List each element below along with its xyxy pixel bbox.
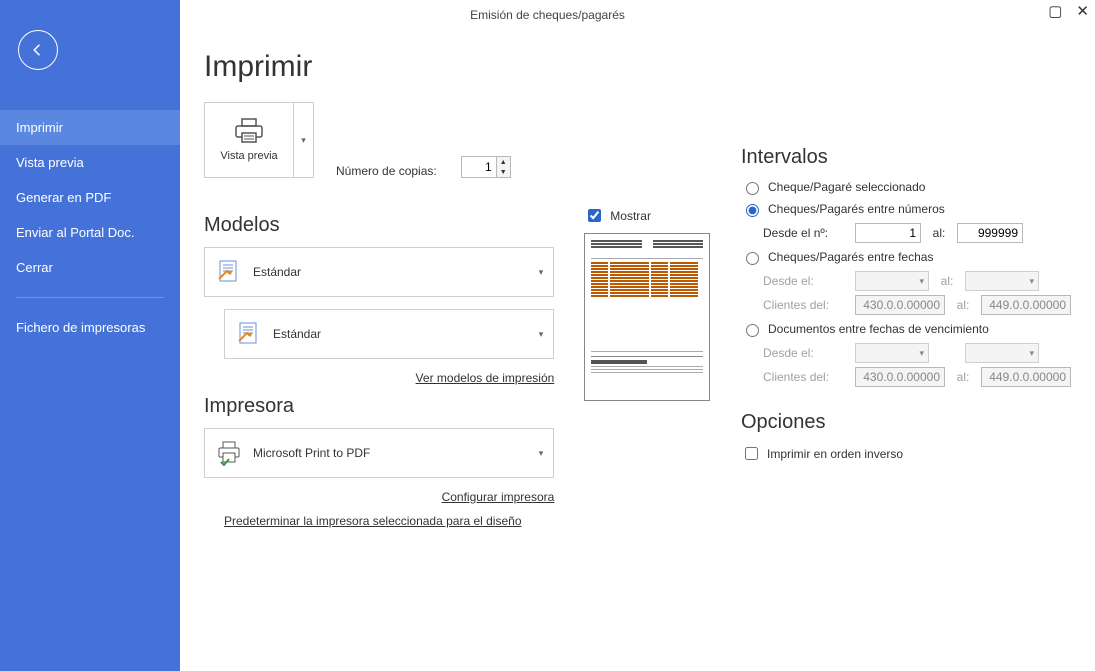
document-icon bbox=[235, 320, 263, 348]
al-label-3: al: bbox=[953, 298, 973, 312]
nav-fichero-impresoras[interactable]: Fichero de impresoras bbox=[0, 310, 180, 345]
orden-inverso-checkbox[interactable] bbox=[745, 447, 758, 460]
radio-cheque-seleccionado[interactable] bbox=[746, 182, 759, 195]
fecha-to-dropdown-2[interactable]: ▾ bbox=[965, 343, 1039, 363]
modelo-primary-text: Estándar bbox=[253, 265, 539, 279]
modelo-secondary-text: Estándar bbox=[273, 327, 539, 341]
radio-cheque-seleccionado-label: Cheque/Pagaré seleccionado bbox=[768, 180, 925, 194]
chevron-down-icon: ▾ bbox=[539, 448, 544, 459]
radio-entre-fechas-label: Cheques/Pagarés entre fechas bbox=[768, 250, 933, 264]
radio-entre-fechas[interactable] bbox=[746, 252, 759, 265]
copies-down[interactable]: ▼ bbox=[497, 167, 510, 177]
opciones-heading: Opciones bbox=[741, 411, 1071, 434]
printer-combo[interactable]: Microsoft Print to PDF ▾ bbox=[204, 428, 554, 478]
al-label-1: al: bbox=[929, 226, 949, 240]
vista-previa-label: Vista previa bbox=[220, 150, 277, 162]
al-label-4: al: bbox=[953, 370, 973, 384]
sidebar: Imprimir Vista previa Generar en PDF Env… bbox=[0, 0, 180, 671]
clientes-from-1 bbox=[855, 295, 945, 315]
nav-vista-previa[interactable]: Vista previa bbox=[0, 145, 180, 180]
back-button[interactable] bbox=[18, 30, 58, 70]
radio-entre-numeros-label: Cheques/Pagarés entre números bbox=[768, 202, 945, 216]
chevron-down-icon: ▾ bbox=[301, 135, 306, 146]
radio-entre-vencimiento-label: Documentos entre fechas de vencimiento bbox=[768, 322, 989, 336]
nav-generar-pdf[interactable]: Generar en PDF bbox=[0, 180, 180, 215]
fecha-from-dropdown-1[interactable]: ▾ bbox=[855, 271, 929, 291]
num-from-input[interactable] bbox=[855, 223, 921, 243]
radio-entre-numeros[interactable] bbox=[746, 204, 759, 217]
clientes-to-2 bbox=[981, 367, 1071, 387]
arrow-left-icon bbox=[29, 41, 47, 59]
num-to-input[interactable] bbox=[957, 223, 1023, 243]
configurar-impresora-link[interactable]: Configurar impresora bbox=[204, 490, 554, 504]
modelo-primary-combo[interactable]: Estándar ▾ bbox=[204, 247, 554, 297]
predeterminar-impresora-link[interactable]: Predeterminar la impresora seleccionada … bbox=[224, 514, 554, 528]
window-maximize-button[interactable]: ▢ bbox=[1048, 2, 1062, 20]
desde-el-label-2: Desde el: bbox=[763, 346, 847, 360]
clientes-to-1 bbox=[981, 295, 1071, 315]
impresora-heading: Impresora bbox=[204, 395, 554, 418]
printer-name: Microsoft Print to PDF bbox=[253, 446, 539, 460]
intervalos-heading: Intervalos bbox=[741, 146, 1071, 169]
window-title: Emisión de cheques/pagarés bbox=[470, 8, 625, 22]
page-thumbnail[interactable] bbox=[584, 233, 710, 401]
vista-previa-button[interactable]: Vista previa bbox=[204, 102, 294, 178]
orden-inverso-label: Imprimir en orden inverso bbox=[767, 447, 903, 461]
radio-entre-vencimiento[interactable] bbox=[746, 324, 759, 337]
vista-previa-dropdown[interactable]: ▾ bbox=[294, 102, 314, 178]
page-title: Imprimir bbox=[204, 50, 1071, 84]
modelos-heading: Modelos bbox=[204, 214, 554, 237]
nav-cerrar[interactable]: Cerrar bbox=[0, 250, 180, 285]
printer-icon bbox=[233, 118, 265, 144]
copies-label: Número de copias: bbox=[336, 164, 437, 178]
clientes-del-label-2: Clientes del: bbox=[763, 370, 847, 384]
modelo-secondary-combo[interactable]: Estándar ▾ bbox=[224, 309, 554, 359]
copies-input[interactable] bbox=[462, 157, 496, 177]
chevron-down-icon: ▾ bbox=[539, 267, 544, 278]
copies-spinner[interactable]: ▲ ▼ bbox=[461, 156, 511, 178]
mostrar-checkbox[interactable] bbox=[588, 209, 601, 222]
desde-el-label-1: Desde el: bbox=[763, 274, 847, 288]
printer-ok-icon bbox=[215, 439, 243, 467]
nav-divider bbox=[16, 297, 164, 298]
window-close-button[interactable]: ✕ bbox=[1076, 2, 1089, 20]
fecha-to-dropdown-1[interactable]: ▾ bbox=[965, 271, 1039, 291]
document-icon bbox=[215, 258, 243, 286]
fecha-from-dropdown-2[interactable]: ▾ bbox=[855, 343, 929, 363]
clientes-del-label-1: Clientes del: bbox=[763, 298, 847, 312]
ver-modelos-link[interactable]: Ver modelos de impresión bbox=[204, 371, 554, 385]
copies-up[interactable]: ▲ bbox=[497, 157, 510, 167]
al-label-2: al: bbox=[937, 274, 957, 288]
desde-no-label: Desde el nº: bbox=[763, 226, 847, 240]
clientes-from-2 bbox=[855, 367, 945, 387]
nav-enviar-portal[interactable]: Enviar al Portal Doc. bbox=[0, 215, 180, 250]
nav-imprimir[interactable]: Imprimir bbox=[0, 110, 180, 145]
chevron-down-icon: ▾ bbox=[539, 329, 544, 340]
mostrar-label: Mostrar bbox=[610, 209, 651, 223]
